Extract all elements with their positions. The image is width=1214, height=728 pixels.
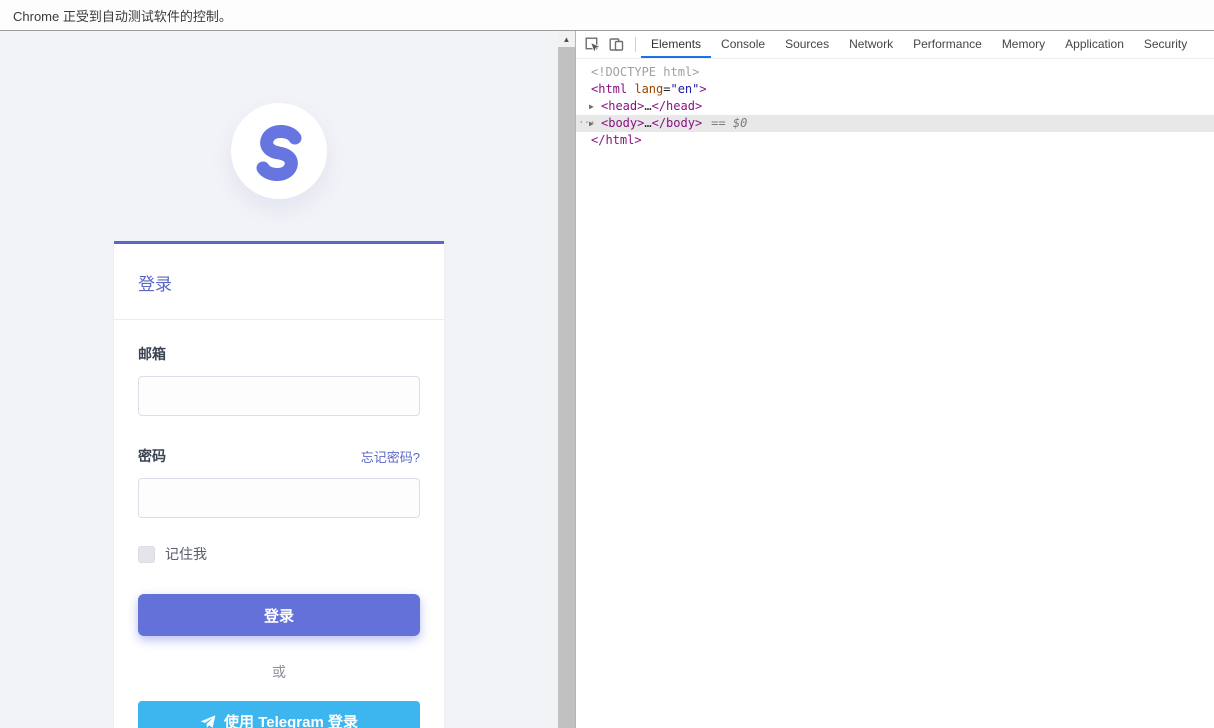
tab-security[interactable]: Security — [1134, 31, 1197, 58]
inspect-element-icon[interactable] — [585, 37, 600, 52]
tab-network[interactable]: Network — [839, 31, 903, 58]
forgot-password-link[interactable]: 忘记密码? — [361, 447, 420, 466]
tab-memory[interactable]: Memory — [992, 31, 1055, 58]
tab-console[interactable]: Console — [711, 31, 775, 58]
dom-html-close-line[interactable]: </html> — [576, 132, 1214, 149]
login-card-body: 邮箱 密码 忘记密码? 记住我 登录 或 使用 Telegram 登录 — [114, 320, 444, 728]
head-expand-arrow[interactable]: ▶ — [589, 98, 601, 115]
doctype-token: <!DOCTYPE html> — [591, 65, 700, 79]
password-label: 密码 — [138, 448, 166, 464]
login-card-header: 登录 — [114, 244, 444, 320]
device-toolbar-icon[interactable] — [609, 37, 624, 52]
devtools-tabs: Elements Console Sources Network Perform… — [641, 31, 1197, 58]
or-divider: 或 — [272, 664, 286, 680]
devtools-panel: Elements Console Sources Network Perform… — [575, 31, 1214, 728]
login-page: 登录 邮箱 密码 忘记密码? 记住我 登录 或 使用 Telegram 登录 — [0, 31, 558, 728]
remember-me-row: 记住我 — [138, 544, 420, 564]
telegram-button-label: 使用 Telegram 登录 — [224, 714, 358, 728]
dom-body-line-selected[interactable]: ··· ▶ <body>… </body> == $0 — [576, 115, 1214, 132]
scrollbar-up-arrow[interactable]: ▲ — [558, 31, 575, 47]
s-logo-icon — [256, 125, 302, 181]
login-heading: 登录 — [138, 275, 172, 294]
devtools-toolbar: Elements Console Sources Network Perform… — [576, 31, 1214, 59]
site-logo — [231, 103, 327, 199]
dom-head-line[interactable]: ▶ <head>… </head> — [576, 98, 1214, 115]
more-actions-dots[interactable]: ··· — [578, 115, 596, 132]
telegram-login-button[interactable]: 使用 Telegram 登录 — [138, 701, 420, 728]
telegram-plane-icon — [200, 714, 216, 728]
tab-sources[interactable]: Sources — [775, 31, 839, 58]
remember-me-checkbox[interactable] — [138, 545, 155, 563]
elements-dom-tree: <!DOCTYPE html> <html lang = "en" > ▶ <head>… — [576, 59, 1214, 149]
password-group: 密码 忘记密码? — [138, 446, 420, 518]
selected-node-annotation: == $0 — [711, 116, 748, 130]
chrome-automation-banner: Chrome 正受到自动测试软件的控制。 — [0, 0, 1214, 31]
email-label: 邮箱 — [138, 346, 166, 362]
tab-performance[interactable]: Performance — [903, 31, 992, 58]
password-field[interactable] — [138, 478, 420, 518]
main-split: 登录 邮箱 密码 忘记密码? 记住我 登录 或 使用 Telegram 登录 ▲… — [0, 31, 1214, 728]
page-scrollbar[interactable]: ▲ — [558, 31, 575, 728]
email-field[interactable] — [138, 376, 420, 416]
automation-banner-text: Chrome 正受到自动测试软件的控制。 — [13, 8, 232, 24]
tab-application[interactable]: Application — [1055, 31, 1134, 58]
login-button[interactable]: 登录 — [138, 594, 420, 636]
toolbar-separator — [635, 37, 636, 52]
email-group: 邮箱 — [138, 344, 420, 416]
tab-elements[interactable]: Elements — [641, 31, 712, 58]
scrollbar-thumb[interactable] — [558, 47, 575, 728]
login-card: 登录 邮箱 密码 忘记密码? 记住我 登录 或 使用 Telegram 登录 — [114, 241, 444, 728]
remember-me-label: 记住我 — [165, 546, 207, 562]
dom-doctype-line[interactable]: <!DOCTYPE html> — [576, 64, 1214, 81]
dom-html-open-line[interactable]: <html lang = "en" > — [576, 81, 1214, 98]
